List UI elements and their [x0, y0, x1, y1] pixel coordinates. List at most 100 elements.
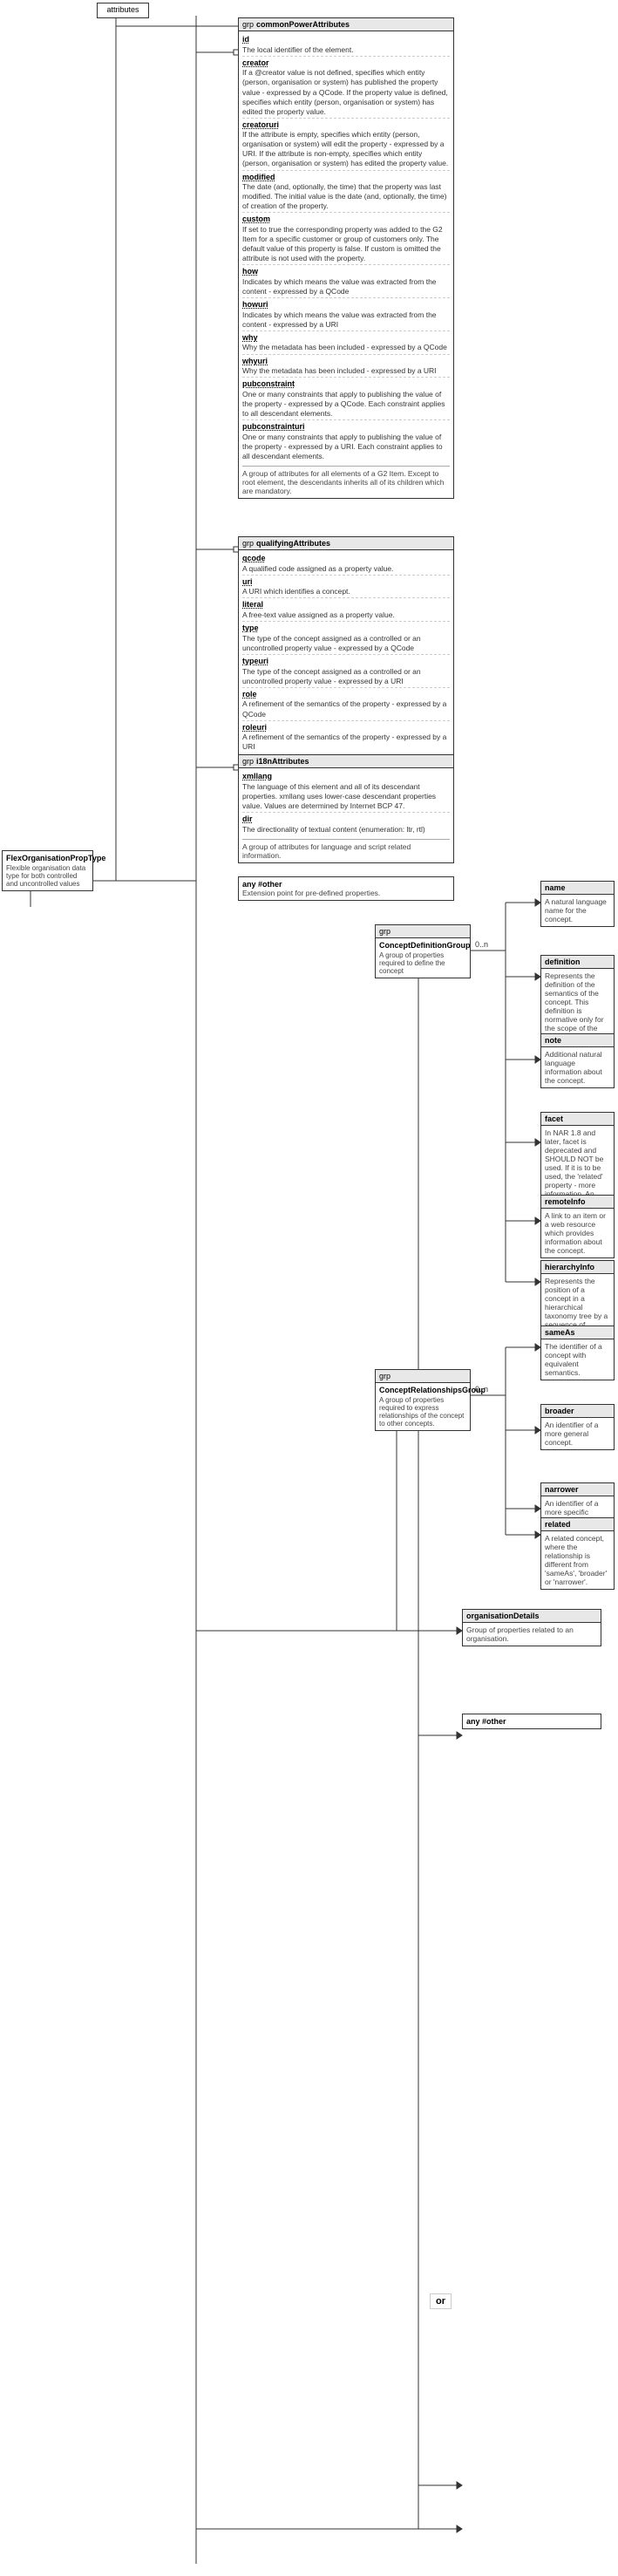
cdg-desc: A group of properties required to define… [379, 951, 466, 975]
box-body-crg: ConceptRelationshipsGroup A group of pro… [376, 1383, 470, 1430]
related-box: related A related concept, where the rel… [540, 1517, 615, 1590]
box-title-common: commonPowerAttributes [256, 20, 350, 29]
name-desc: A natural language name for the concept. [545, 897, 610, 923]
box-title-i18n: i18nAttributes [256, 757, 309, 766]
stereotype-common: grp [242, 20, 254, 29]
box-header-note: note [541, 1034, 614, 1047]
flex-org-prop-type-desc: Flexible organisation data type for both… [6, 864, 89, 888]
box-header-common: grp commonPowerAttributes [239, 18, 453, 31]
crg-name: ConceptRelationshipsGroup [379, 1386, 466, 1394]
box-body-broader: An identifier of a more general concept. [541, 1418, 614, 1449]
i18n-attributes-box: grp i18nAttributes xmllang The language … [238, 754, 454, 863]
any-other-2-box: any #other [462, 1714, 601, 1729]
field-pubconstraint: pubconstraint One or many constraints th… [242, 377, 450, 419]
field-typeuri: typeuri The type of the concept assigned… [242, 654, 450, 687]
broader-desc: An identifier of a more general concept. [545, 1421, 610, 1447]
box-title-qualifying: qualifyingAttributes [256, 539, 330, 548]
field-roleuri: roleuri A refinement of the semantics of… [242, 720, 450, 753]
any-other-label: any #other [242, 880, 450, 889]
footer-common: A group of attributes for all elements o… [242, 466, 450, 495]
any-other-2-label: any #other [466, 1717, 597, 1726]
box-body-cdg: ConceptDefinitionGroup A group of proper… [376, 938, 470, 978]
related-desc: A related concept, where the relationshi… [545, 1534, 610, 1586]
box-body-i18n: xmllang The language of this element and… [239, 768, 453, 862]
field-creatoruri: creatoruri If the attribute is empty, sp… [242, 118, 450, 170]
broader-box-title: broader [545, 1407, 574, 1415]
box-body-common: id The local identifier of the element. … [239, 31, 453, 498]
same-as-box: sameAs The identifier of a concept with … [540, 1325, 615, 1380]
related-box-title: related [545, 1520, 571, 1529]
box-header-name: name [541, 882, 614, 895]
box-header-definition: definition [541, 956, 614, 969]
box-header-sameas: sameAs [541, 1326, 614, 1339]
field-custom: custom If set to true the corresponding … [242, 212, 450, 264]
box-header-broader: broader [541, 1405, 614, 1418]
footer-i18n: A group of attributes for language and s… [242, 839, 450, 860]
box-header-crg: grp [376, 1370, 470, 1383]
flex-org-prop-type-name: FlexOrganisationPropType [6, 854, 89, 862]
broader-box: broader An identifier of a more general … [540, 1404, 615, 1450]
title-label: attributes [98, 3, 148, 16]
definition-box-title: definition [545, 957, 581, 966]
field-qcode: qcode A qualified code assigned as a pro… [242, 553, 450, 575]
box-header-orgdetails: organisationDetails [463, 1610, 601, 1623]
definition-box: definition Represents the definition of … [540, 955, 615, 1045]
field-whyuri: whyuri Why the metadata has been include… [242, 354, 450, 378]
hierarchyinfo-box-title: hierarchyInfo [545, 1263, 594, 1271]
narrower-box-title: narrower [545, 1485, 579, 1494]
field-creator: creator If a @creator value is not defin… [242, 56, 450, 118]
note-box: note Additional natural language informa… [540, 1033, 615, 1088]
field-why: why Why the metadata has been included -… [242, 331, 450, 354]
name-box: name A natural language name for the con… [540, 881, 615, 927]
multiplicity-cdg: 0..n [475, 940, 488, 949]
stereotype-crg: grp [379, 1372, 390, 1380]
box-body-note: Additional natural language information … [541, 1047, 614, 1087]
note-box-title: note [545, 1036, 561, 1045]
diagram-container: attributes grp commonPowerAttributes id … [0, 0, 618, 2576]
box-body-remoteinfo: A link to an item or a web resource whic… [541, 1209, 614, 1257]
box-header-remoteinfo: remoteInfo [541, 1196, 614, 1209]
concept-relationships-group-box: grp ConceptRelationshipsGroup A group of… [375, 1369, 471, 1431]
field-dir: dir The directionality of textual conten… [242, 812, 450, 835]
cdg-name: ConceptDefinitionGroup [379, 941, 466, 950]
multiplicity-crg: 0..n [475, 1385, 488, 1394]
box-body-qualifying: qcode A qualified code assigned as a pro… [239, 550, 453, 780]
box-header-narrower: narrower [541, 1483, 614, 1496]
field-uri: uri A URI which identifies a concept. [242, 575, 450, 598]
box-body-name: A natural language name for the concept. [541, 895, 614, 926]
title-box: attributes [97, 3, 149, 18]
organisation-details-box: organisationDetails Group of properties … [462, 1609, 601, 1646]
or-label: or [430, 2293, 452, 2309]
box-header-related: related [541, 1518, 614, 1531]
remote-info-box: remoteInfo A link to an item or a web re… [540, 1195, 615, 1258]
field-modified: modified The date (and, optionally, the … [242, 170, 450, 213]
field-how: how Indicates by which means the value w… [242, 264, 450, 297]
box-header-facet: facet [541, 1113, 614, 1126]
concept-definition-group-box: grp ConceptDefinitionGroup A group of pr… [375, 924, 471, 978]
note-desc: Additional natural language information … [545, 1050, 610, 1085]
box-body-related: A related concept, where the relationshi… [541, 1531, 614, 1589]
box-body-orgdetails: Group of properties related to an organi… [463, 1623, 601, 1646]
any-other-desc: Extension point for pre-defined properti… [242, 889, 450, 897]
box-header-hierarchyinfo: hierarchyInfo [541, 1261, 614, 1274]
field-xmllang: xmllang The language of this element and… [242, 771, 450, 812]
orgdetails-box-title: organisationDetails [466, 1612, 540, 1620]
field-type: type The type of the concept assigned as… [242, 621, 450, 654]
field-pubconstrainturi: pubconstrainturi One or many constraints… [242, 419, 450, 462]
common-power-attributes-box: grp commonPowerAttributes id The local i… [238, 17, 454, 499]
remoteinfo-desc: A link to an item or a web resource whic… [545, 1211, 610, 1255]
field-role: role A refinement of the semantics of th… [242, 687, 450, 720]
box-header-qualifying: grp qualifyingAttributes [239, 537, 453, 550]
box-header-i18n: grp i18nAttributes [239, 755, 453, 768]
sameas-box-title: sameAs [545, 1328, 575, 1337]
field-howuri: howuri Indicates by which means the valu… [242, 297, 450, 331]
name-box-title: name [545, 883, 566, 892]
sameas-desc: The identifier of a concept with equival… [545, 1342, 610, 1377]
stereotype-cdg: grp [379, 927, 390, 936]
any-other-box: any #other Extension point for pre-defin… [238, 876, 454, 901]
box-body-sameas: The identifier of a concept with equival… [541, 1339, 614, 1380]
flex-org-prop-type-box: FlexOrganisationPropType Flexible organi… [2, 850, 93, 891]
box-header-cdg: grp [376, 925, 470, 938]
facet-box-title: facet [545, 1114, 563, 1123]
definition-desc: Represents the definition of the semanti… [545, 971, 610, 1041]
